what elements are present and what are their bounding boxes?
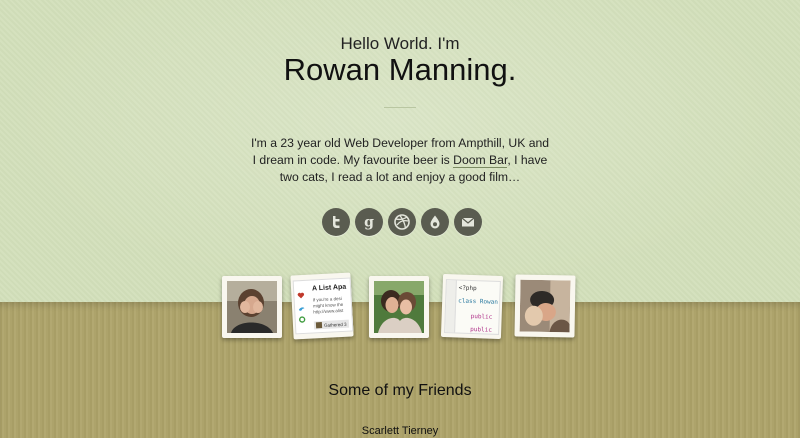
- twitter-link[interactable]: [322, 208, 350, 236]
- gathered-count: Gathered 3: [323, 321, 347, 328]
- photo-thumbnail: [374, 281, 424, 333]
- twitter-icon: [333, 216, 340, 228]
- photo-thumbnail: [519, 279, 571, 333]
- project-card-alistapart[interactable]: A List Apa If you're a desi might know t…: [290, 272, 354, 340]
- code-line-4: public: [470, 325, 492, 334]
- svg-text:g: g: [364, 215, 374, 231]
- drop-link[interactable]: [421, 208, 449, 236]
- alistapart-screenshot: A List Apa If you're a desi might know t…: [292, 277, 354, 335]
- water-drop-icon: [430, 215, 440, 229]
- project-card-code[interactable]: <?php class Rowan public public: [440, 273, 504, 340]
- photo-card-3[interactable]: [369, 276, 429, 338]
- photo-thumbnail: [227, 281, 277, 333]
- page-title: Rowan Manning.: [283, 52, 517, 87]
- email-icon: [461, 217, 475, 227]
- social-links: g: [322, 208, 482, 236]
- line-gutter: [445, 280, 457, 333]
- friend-name[interactable]: Scarlett Tierney: [0, 425, 800, 437]
- google-icon: g: [364, 215, 374, 231]
- photo-card-5[interactable]: [514, 274, 576, 338]
- snippet-line-3: http://www.alist: [313, 307, 344, 315]
- gathered-badge: Gathered 3: [313, 319, 349, 330]
- dribbble-icon: [394, 214, 410, 230]
- bio: I'm a 23 year old Web Developer from Amp…: [250, 135, 550, 186]
- email-link[interactable]: [454, 208, 482, 236]
- divider: [384, 107, 416, 108]
- code-screenshot: <?php class Rowan public public: [444, 279, 501, 335]
- friends-heading: Some of my Friends: [328, 382, 472, 399]
- code-line-2: class Rowan: [458, 297, 499, 306]
- refresh-icon: [298, 310, 306, 328]
- snippet-title: A List Apa: [311, 283, 347, 293]
- avatar: [315, 322, 323, 329]
- dribbble-link[interactable]: [388, 208, 416, 236]
- code-line-1: <?php: [458, 284, 477, 293]
- greeting: Hello World. I'm: [340, 34, 460, 53]
- photo-card-1[interactable]: [222, 276, 282, 338]
- doom-bar-link[interactable]: Doom Bar: [453, 153, 508, 168]
- google-link[interactable]: g: [355, 208, 383, 236]
- code-line-3: public: [470, 312, 493, 321]
